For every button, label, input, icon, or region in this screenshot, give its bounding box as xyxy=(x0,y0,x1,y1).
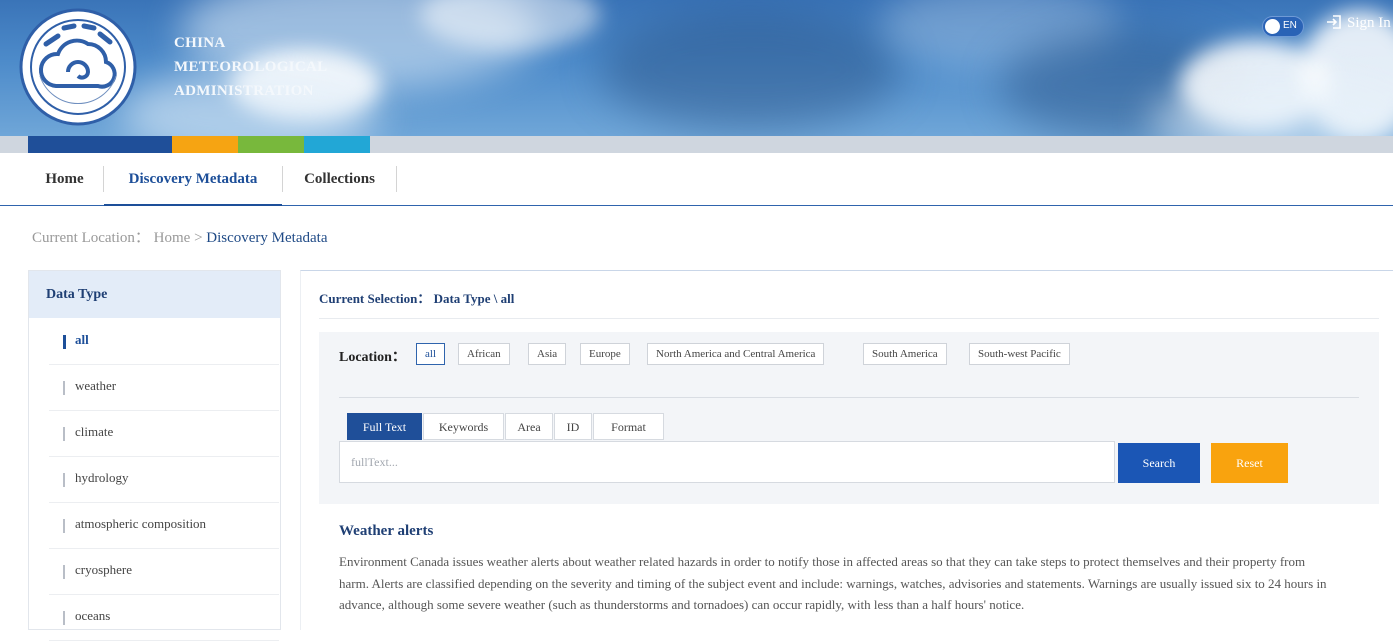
sidebar-item-marker xyxy=(63,381,65,395)
org-name-line-2: METEOROLOGICAL xyxy=(174,59,328,75)
location-chip-label: Asia xyxy=(537,348,558,360)
sidebar-item-label: oceans xyxy=(75,608,111,623)
org-name-line-3: ADMINISTRATION xyxy=(174,83,314,99)
nav-item-discovery-metadata[interactable]: Discovery Metadata xyxy=(104,153,282,206)
tab-label: ID xyxy=(566,420,580,434)
search-input[interactable] xyxy=(339,441,1115,483)
sidebar-item-marker xyxy=(63,335,66,349)
nav-item-label: Home xyxy=(45,171,84,187)
sign-in-link[interactable]: Sign In xyxy=(1326,14,1391,35)
toggle-knob xyxy=(1265,19,1280,34)
sidebar-item-marker xyxy=(63,473,65,487)
current-selection: Current Selection： Data Type \ all xyxy=(319,288,514,307)
location-chip-label: Europe xyxy=(589,348,621,360)
tab-label: Full Text xyxy=(362,420,407,434)
tab-area[interactable]: Area xyxy=(505,413,553,440)
breadcrumb: Current Location： Home > Discovery Metad… xyxy=(32,226,327,247)
sign-in-label: Sign In xyxy=(1347,15,1391,31)
sidebar-item-label: climate xyxy=(75,424,114,439)
location-chip-all[interactable]: all xyxy=(416,343,445,365)
location-chip-label: all xyxy=(425,348,436,360)
sidebar-item-label: all xyxy=(75,332,89,347)
sidebar-item-marker xyxy=(63,611,65,625)
color-segment-cyan xyxy=(304,136,370,153)
result-title-link[interactable]: Weather alerts xyxy=(339,523,433,540)
sidebar-title: Data Type xyxy=(29,271,280,318)
location-chip-label: African xyxy=(467,348,501,360)
location-chip-south-west-pacific[interactable]: South-west Pacific xyxy=(969,343,1070,365)
location-chip-europe[interactable]: Europe xyxy=(580,343,630,365)
color-segment-orange xyxy=(172,136,238,153)
tab-label: Format xyxy=(611,420,646,434)
main-nav: Home Discovery Metadata Collections xyxy=(0,153,1393,206)
nav-item-collections[interactable]: Collections xyxy=(283,153,396,206)
reset-button[interactable]: Reset xyxy=(1211,443,1288,483)
current-selection-label: Current Selection： xyxy=(319,291,431,306)
sidebar-item-all[interactable]: all xyxy=(49,319,279,365)
result-description: Environment Canada issues weather alerts… xyxy=(339,554,1327,612)
breadcrumb-separator: > xyxy=(194,230,203,246)
nav-item-label: Discovery Metadata xyxy=(128,171,258,187)
sidebar-item-marker xyxy=(63,427,65,441)
language-toggle[interactable]: EN xyxy=(1262,16,1304,37)
tab-format[interactable]: Format xyxy=(593,413,664,440)
sidebar-item-label: weather xyxy=(75,378,117,393)
sidebar-item-climate[interactable]: climate xyxy=(49,411,279,457)
location-label: Location： xyxy=(339,350,406,365)
breadcrumb-home-link[interactable]: Home xyxy=(154,230,191,246)
breadcrumb-prefix: Current Location： xyxy=(32,230,150,246)
header-banner: CHINA METEOROLOGICAL ADMINISTRATION EN S… xyxy=(0,0,1393,136)
divider xyxy=(319,318,1379,319)
sidebar-item-label: cryosphere xyxy=(75,562,133,577)
tab-full-text[interactable]: Full Text xyxy=(347,413,422,440)
sidebar-item-label: hydrology xyxy=(75,470,129,485)
sidebar-item-atmospheric-composition[interactable]: atmospheric composition xyxy=(49,503,279,549)
location-chip-label: North America and Central America xyxy=(656,348,816,360)
nav-separator xyxy=(396,166,397,192)
location-chip-label: South-west Pacific xyxy=(978,348,1061,360)
sidebar-item-oceans[interactable]: oceans xyxy=(49,595,279,641)
location-chip-south-america[interactable]: South America xyxy=(863,343,947,365)
sidebar-item-marker xyxy=(63,519,65,533)
location-chip-north-america[interactable]: North America and Central America xyxy=(647,343,825,365)
sidebar-item-weather[interactable]: weather xyxy=(49,365,279,411)
sidebar-item-hydrology[interactable]: hydrology xyxy=(49,457,279,503)
data-type-sidebar: Data Type all weather climate hydrology … xyxy=(28,270,281,641)
tab-label: Keywords xyxy=(438,420,489,434)
sidebar-item-cryosphere[interactable]: cryosphere xyxy=(49,549,279,595)
color-segment-blue xyxy=(28,136,172,153)
location-chip-label: South America xyxy=(872,348,938,360)
filter-panel: Location： all African Asia Europe North … xyxy=(319,332,1379,504)
header-color-bar xyxy=(0,136,1393,153)
sidebar-item-marker xyxy=(63,565,65,579)
main-panel: Current Selection： Data Type \ all Locat… xyxy=(300,270,1393,630)
language-label: EN xyxy=(1283,20,1297,31)
breadcrumb-current: Discovery Metadata xyxy=(206,230,328,246)
divider xyxy=(339,397,1359,398)
current-selection-value: Data Type \ all xyxy=(433,291,515,306)
nav-item-home[interactable]: Home xyxy=(33,153,96,206)
tab-id[interactable]: ID xyxy=(554,413,592,440)
location-chip-african[interactable]: African xyxy=(458,343,510,365)
cma-logo[interactable] xyxy=(18,6,138,128)
tab-keywords[interactable]: Keywords xyxy=(423,413,504,440)
search-button[interactable]: Search xyxy=(1118,443,1200,483)
sign-in-icon xyxy=(1326,14,1342,35)
org-name-line-1: CHINA xyxy=(174,35,226,51)
org-name: CHINA METEOROLOGICAL ADMINISTRATION xyxy=(174,31,327,103)
sidebar-item-label: atmospheric composition xyxy=(75,516,207,531)
color-segment-green xyxy=(238,136,304,153)
nav-item-label: Collections xyxy=(304,171,375,187)
location-chip-asia[interactable]: Asia xyxy=(528,343,567,365)
tab-label: Area xyxy=(517,420,541,434)
